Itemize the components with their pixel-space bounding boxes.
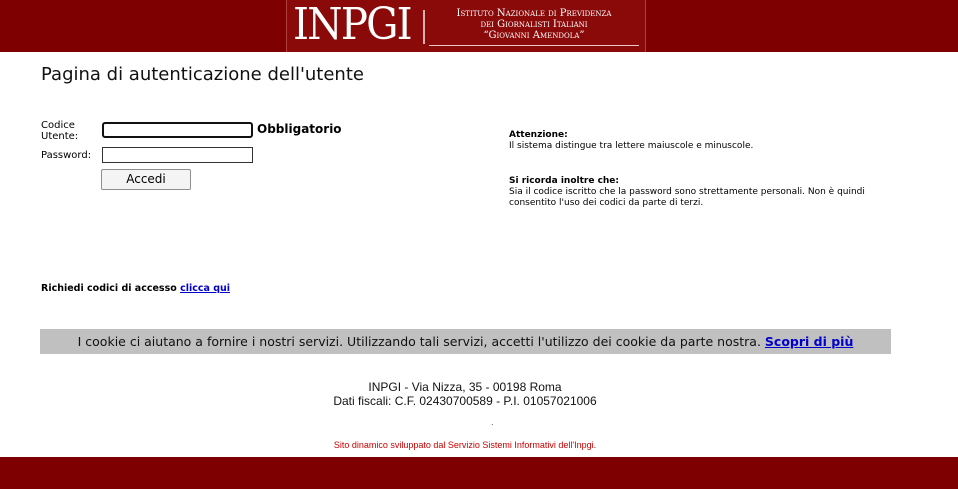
footer-fiscal-line: Dati fiscali: C.F. 02430700589 - P.I. 01… [333,394,597,408]
footer-developer-note: Sito dinamico sviluppato dal Servizio Si… [333,440,597,450]
reminder-notice: Si ricorda inoltre che: Sia il codice is… [509,176,869,209]
user-code-input[interactable] [102,122,253,138]
login-button[interactable]: Accedi [101,169,191,190]
request-codes-link[interactable]: clicca qui [180,283,230,294]
attention-title: Attenzione: [509,130,568,140]
attention-text: Il sistema distingue tra lettere maiusco… [509,141,754,151]
cookie-banner: I cookie ci aiutano a fornire i nostri s… [40,329,891,354]
logo-separator [423,10,425,44]
reminder-text: Sia il codice iscritto che la password s… [509,187,865,208]
logo-line-3: “Giovanni Amendola” [483,30,585,41]
footer-address-line: INPGI - Via Nizza, 35 - 00198 Roma [368,380,562,394]
password-input[interactable] [102,147,253,163]
footer-bar [0,457,958,489]
attention-notice: Attenzione: Il sistema distingue tra let… [509,130,869,152]
logo-underline [429,45,639,46]
required-label: Obbligatorio [257,122,342,136]
logo-line-1: Istituto Nazionale di Previdenza [456,8,612,19]
cookie-more-link[interactable]: Scopri di più [765,334,853,349]
reminder-title: Si ricorda inoltre che: [509,176,620,186]
logo-line-2: dei Giornalisti Italiani [480,19,588,30]
logo-wordmark: INPGI [293,0,413,50]
request-codes-text: Richiedi codici di accesso [41,283,177,294]
password-label: Password: [41,150,92,161]
user-code-label: Codice Utente: [41,120,79,142]
inpgi-logo[interactable]: INPGI Istituto Nazionale di Previdenza d… [286,0,646,52]
request-codes: Richiedi codici di accesso clicca qui [41,283,230,294]
footer-address: INPGI - Via Nizza, 35 - 00198 Roma Dati … [0,380,930,408]
cookie-text: I cookie ci aiutano a fornire i nostri s… [77,334,761,349]
logo-institute-name: Istituto Nazionale di Previdenza dei Gio… [429,8,639,41]
footer-dot: . [491,418,494,427]
page-title: Pagina di autenticazione dell'utente [41,64,364,85]
